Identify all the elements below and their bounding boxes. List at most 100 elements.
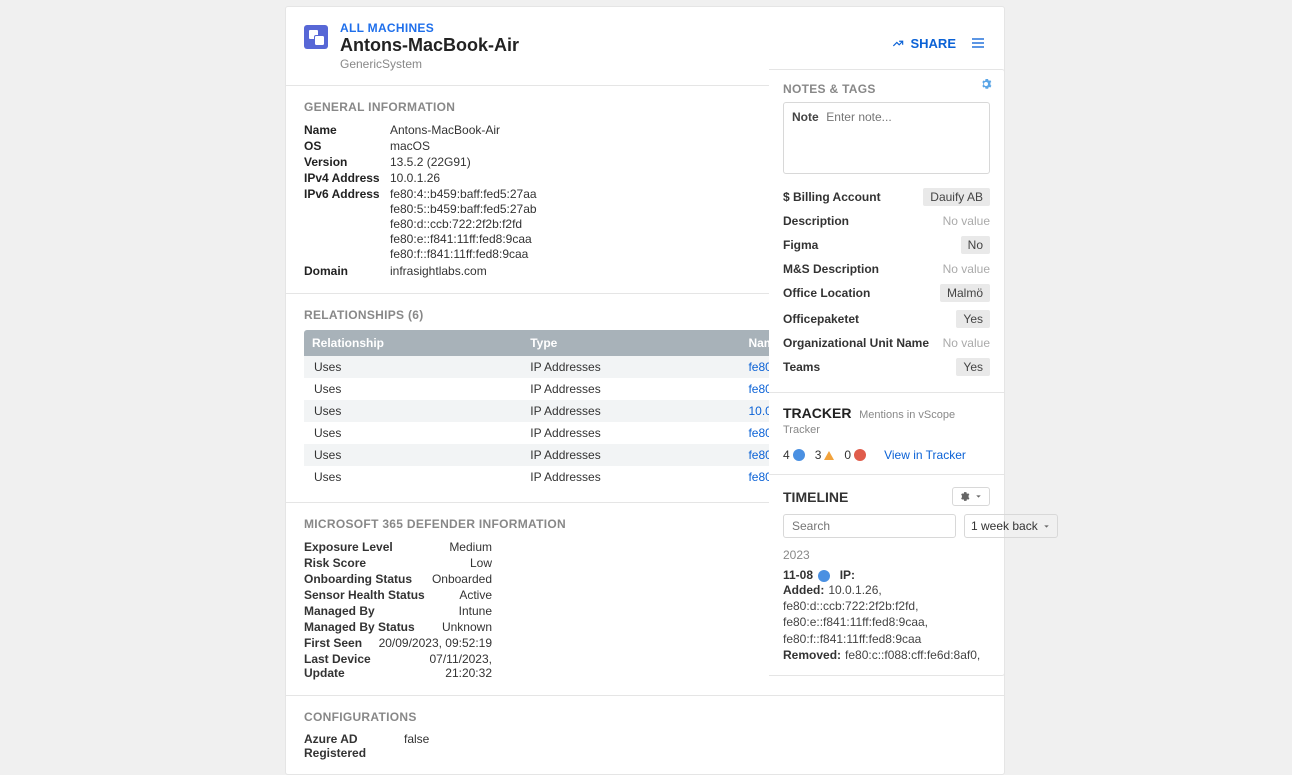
timeline-search-input[interactable] — [783, 514, 956, 538]
tag-row[interactable]: Officepaketet Yes — [783, 306, 990, 332]
tracker-err-count: 0 — [844, 448, 866, 462]
tag-row[interactable]: Organizational Unit NameNo value — [783, 332, 990, 354]
tracker-info-count: 4 — [783, 448, 805, 462]
cell-type: IP Addresses — [522, 444, 740, 466]
col-type[interactable]: Type — [522, 330, 740, 356]
config-value: false — [404, 732, 429, 760]
defender-row: Risk Score Low — [304, 555, 492, 571]
ipv6-item: fe80:5::b459:baff:fed5:27ab — [390, 202, 537, 217]
share-icon — [891, 36, 905, 50]
defender-value: Onboarded — [432, 572, 492, 586]
tag-label: Officepaketet — [783, 312, 948, 326]
view-in-tracker-link[interactable]: View in Tracker — [884, 448, 966, 462]
timeline-entry-date: 11-08 — [783, 568, 813, 582]
defender-row: Onboarding Status Onboarded — [304, 571, 492, 587]
removed-label: Removed: — [783, 648, 841, 662]
label-name: Name — [304, 123, 390, 137]
share-button[interactable]: SHARE — [891, 36, 956, 51]
label-ipv6: IPv6 Address — [304, 187, 390, 262]
timeline-title: TIMELINE — [783, 489, 848, 505]
warning-icon — [824, 451, 834, 460]
timeline-section: TIMELINE 1 week back 2023 11-08 IP: Adde… — [769, 475, 1004, 675]
device-icon — [304, 25, 328, 49]
tag-row[interactable]: $ Billing Account Dauify AB — [783, 184, 990, 210]
breadcrumb[interactable]: ALL MACHINES — [340, 21, 891, 35]
tag-chip: Dauify AB — [923, 188, 990, 206]
cell-relationship: Uses — [304, 444, 522, 466]
cell-relationship: Uses — [304, 422, 522, 444]
defender-row: Exposure LevelMedium — [304, 539, 492, 555]
tag-row[interactable]: Figma No — [783, 232, 990, 258]
gear-icon[interactable] — [980, 78, 992, 90]
ipv6-item: fe80:4::b459:baff:fed5:27aa — [390, 187, 537, 202]
tag-no-value: No value — [943, 336, 990, 350]
timeline-entry: 11-08 IP: Added:10.0.1.26, fe80:d::ccb:7… — [783, 568, 990, 663]
cell-type: IP Addresses — [522, 356, 740, 378]
value-name: Antons-MacBook-Air — [390, 123, 500, 137]
defender-label: Onboarding Status — [304, 572, 412, 586]
tracker-title: TRACKER — [783, 405, 851, 421]
value-version: 13.5.2 (22G91) — [390, 155, 471, 169]
menu-icon[interactable] — [970, 35, 986, 51]
note-label: Note — [792, 110, 819, 124]
timeline-ip-label: IP: — [840, 568, 855, 582]
defender-label: Managed By Status — [304, 620, 415, 634]
label-os: OS — [304, 139, 390, 153]
cell-relationship: Uses — [304, 400, 522, 422]
page-title: Antons-MacBook-Air — [340, 35, 891, 57]
tag-label: $ Billing Account — [783, 190, 915, 204]
tracker-warn-count: 3 — [815, 448, 835, 462]
error-icon — [854, 449, 866, 461]
cell-relationship: Uses — [304, 356, 522, 378]
tag-row[interactable]: Office LocationMalmö — [783, 280, 990, 306]
configurations-section: CONFIGURATIONS Azure AD Registered false — [286, 696, 1004, 774]
defender-label: Managed By — [304, 604, 375, 618]
ipv6-item: fe80:d::ccb:722:2f2b:f2fd — [390, 217, 537, 232]
tag-chip: No — [961, 236, 990, 254]
tag-no-value: No value — [943, 262, 990, 276]
tag-row[interactable]: M&S Description No value — [783, 258, 990, 280]
cell-type: IP Addresses — [522, 466, 740, 488]
defender-label: Risk Score — [304, 556, 366, 570]
defender-value: Unknown — [442, 620, 492, 634]
value-ipv4: 10.0.1.26 — [390, 171, 440, 185]
info-icon — [818, 570, 830, 582]
tag-label: M&S Description — [783, 262, 935, 276]
range-label: 1 week back — [971, 519, 1038, 533]
tag-no-value: No value — [943, 214, 990, 228]
value-os: macOS — [390, 139, 430, 153]
right-panel: NOTES & TAGS Note $ Billing AccountDauif… — [769, 69, 1005, 676]
timeline-year: 2023 — [783, 548, 990, 562]
value-domain: infrasightlabs.com — [390, 264, 487, 278]
defender-value: Low — [470, 556, 492, 570]
tag-label: Teams — [783, 360, 948, 374]
col-relationship[interactable]: Relationship — [304, 330, 522, 356]
removed-values: fe80:c::f088:cff:fe6d:8af0, — [841, 648, 980, 662]
cell-type: IP Addresses — [522, 422, 740, 444]
tag-label: Office Location — [783, 286, 932, 300]
tag-row[interactable]: DescriptionNo value — [783, 210, 990, 232]
timeline-settings-button[interactable] — [952, 487, 990, 506]
defender-label: Last Device Update — [304, 652, 393, 680]
defender-row: Sensor Health StatusActive — [304, 587, 492, 603]
cell-relationship: Uses — [304, 466, 522, 488]
notes-tags-section: NOTES & TAGS Note $ Billing AccountDauif… — [769, 70, 1004, 393]
value-ipv6: fe80:4::b459:baff:fed5:27aa fe80:5::b459… — [390, 187, 537, 262]
note-box[interactable]: Note — [783, 102, 990, 174]
tag-label: Figma — [783, 238, 953, 252]
tag-row[interactable]: Teams Yes — [783, 354, 990, 380]
ipv6-item: fe80:f::f841:11ff:fed8:9caa — [390, 247, 537, 262]
chevron-down-icon — [974, 492, 983, 501]
note-input[interactable] — [826, 110, 956, 124]
gear-icon — [959, 491, 970, 502]
timeline-range-select[interactable]: 1 week back — [964, 514, 1058, 538]
ipv6-item: fe80:e::f841:11ff:fed8:9caa — [390, 232, 537, 247]
cell-relationship: Uses — [304, 378, 522, 400]
defender-label: First Seen — [304, 636, 362, 650]
defender-value: Intune — [459, 604, 492, 618]
tag-chip: Yes — [956, 358, 990, 376]
added-label: Added: — [783, 583, 824, 597]
section-title: CONFIGURATIONS — [304, 710, 986, 724]
defender-label: Exposure Level — [304, 540, 393, 554]
tag-chip: Yes — [956, 310, 990, 328]
